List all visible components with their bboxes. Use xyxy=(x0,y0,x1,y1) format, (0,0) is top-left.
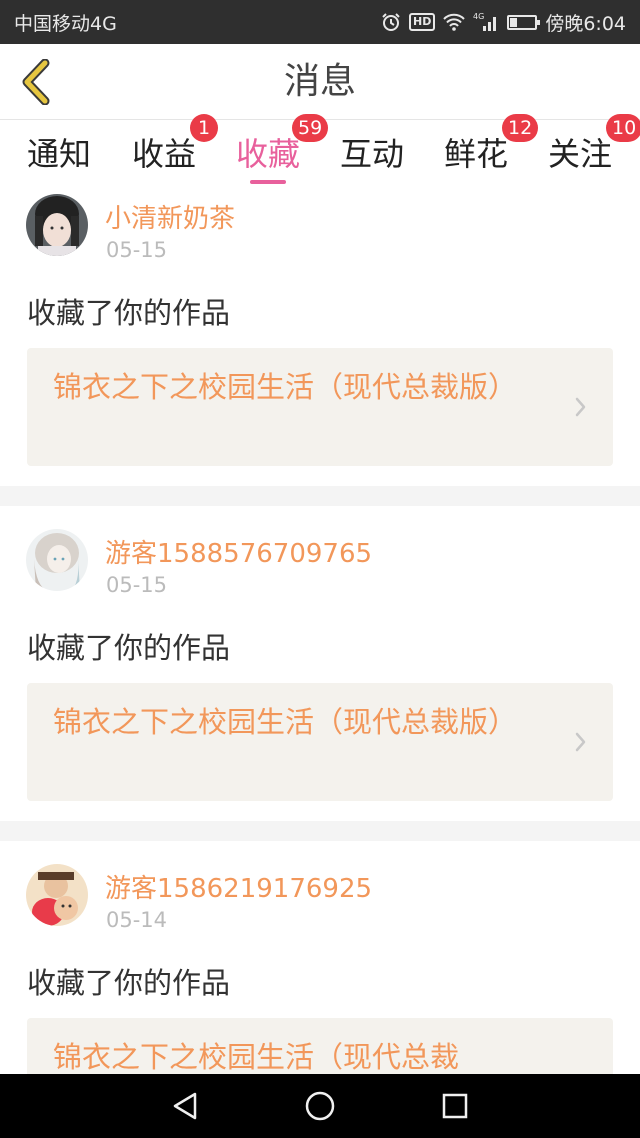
tab-badge: 1 xyxy=(190,114,218,142)
action-text: 收藏了你的作品 xyxy=(27,296,231,330)
status-icons: HD 4G 傍晚6:04 xyxy=(381,9,626,36)
carrier-label: 中国移动4G xyxy=(14,12,117,35)
alarm-icon xyxy=(381,12,401,32)
wifi-icon xyxy=(443,13,466,31)
triangle-back-icon xyxy=(174,1092,197,1120)
card-divider xyxy=(0,486,640,506)
work-link[interactable]: 锦衣之下之校园生活（现代总裁版） xyxy=(27,683,613,801)
work-link[interactable]: 锦衣之下之校园生活（现代总裁版） xyxy=(27,348,613,466)
clock-label: 傍晚6:04 xyxy=(545,12,626,35)
battery-icon xyxy=(507,14,541,30)
tab-earnings[interactable]: 收益 1 xyxy=(112,114,218,186)
username-link[interactable]: 小清新奶茶 xyxy=(105,198,235,235)
list-item: 小清新奶茶 05-15 收藏了你的作品 锦衣之下之校园生活（现代总裁版） xyxy=(0,186,640,486)
message-list: 小清新奶茶 05-15 收藏了你的作品 锦衣之下之校园生活（现代总裁版） 游客1… xyxy=(0,186,640,1074)
list-item: 游客1588576709765 05-15 收藏了你的作品 锦衣之下之校园生活（… xyxy=(0,506,640,821)
active-tab-indicator xyxy=(250,180,286,184)
app-header: 消息 xyxy=(0,44,640,120)
page-title: 消息 xyxy=(283,61,356,102)
chevron-right-icon xyxy=(575,397,586,417)
system-nav-bar xyxy=(0,1074,640,1138)
tab-bar: 通知 收益 1 收藏 59 互动 鲜花 12 关注 10 xyxy=(0,114,640,186)
username-link[interactable]: 游客1586219176925 xyxy=(105,868,372,905)
tab-favorites[interactable]: 收藏 59 xyxy=(216,114,329,186)
avatar[interactable] xyxy=(26,194,88,256)
work-link[interactable]: 锦衣之下之校园生活（现代总裁 xyxy=(27,1018,613,1074)
circle-home-icon xyxy=(305,1091,335,1121)
work-title: 锦衣之下之校园生活（现代总裁版） xyxy=(53,370,518,404)
status-bar: 中国移动4G HD 4G 傍晚6:04 xyxy=(0,0,640,44)
tab-notifications[interactable]: 通知 xyxy=(7,120,111,186)
username-link[interactable]: 游客1588576709765 xyxy=(105,533,372,570)
avatar[interactable] xyxy=(26,529,88,591)
tab-follows[interactable]: 关注 10 xyxy=(528,114,640,186)
tab-label: 互动 xyxy=(339,135,404,173)
nav-recent-button[interactable] xyxy=(435,1086,475,1126)
chevron-right-icon xyxy=(575,732,586,752)
list-item: 游客1586219176925 05-14 收藏了你的作品 锦衣之下之校园生活（… xyxy=(0,841,640,1074)
card-divider xyxy=(0,821,640,841)
signal-icon: 4G xyxy=(473,12,499,32)
tab-badge: 10 xyxy=(606,114,640,142)
work-title: 锦衣之下之校园生活（现代总裁版） xyxy=(53,705,518,739)
message-date: 05-15 xyxy=(106,238,168,262)
message-date: 05-14 xyxy=(106,908,168,932)
tab-flowers[interactable]: 鲜花 12 xyxy=(424,114,539,186)
avatar[interactable] xyxy=(26,864,88,926)
hd-icon: HD xyxy=(408,13,436,31)
message-date: 05-15 xyxy=(106,573,168,597)
work-title: 锦衣之下之校园生活（现代总裁 xyxy=(53,1040,460,1074)
action-text: 收藏了你的作品 xyxy=(27,631,231,665)
square-recent-icon xyxy=(442,1093,467,1119)
tab-interactions[interactable]: 互动 xyxy=(320,120,424,186)
nav-back-button[interactable] xyxy=(165,1086,205,1126)
tab-label: 通知 xyxy=(26,135,91,173)
nav-home-button[interactable] xyxy=(300,1086,340,1126)
action-text: 收藏了你的作品 xyxy=(27,966,231,1000)
svg-text:4G: 4G xyxy=(473,12,484,21)
